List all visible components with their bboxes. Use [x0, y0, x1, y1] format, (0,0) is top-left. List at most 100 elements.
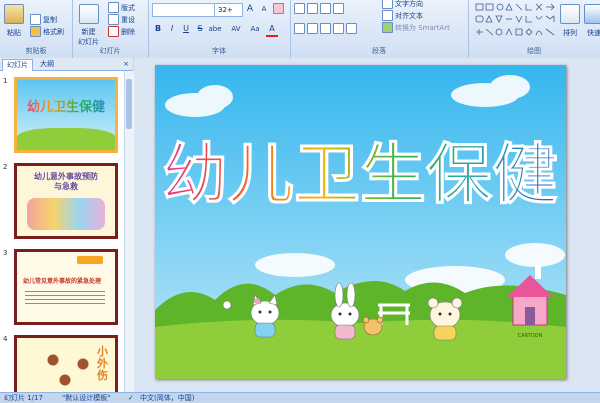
bold-button[interactable]: B [152, 23, 164, 35]
thumbnail-number: 4 [3, 335, 8, 343]
ribbon: 粘贴 复制 格式刷 剪贴板 新建 幻灯片 版式 重设 删除 幻灯片 32+ A … [0, 0, 600, 59]
align-left-icon [294, 23, 305, 34]
char-spacing-button[interactable]: AV [228, 23, 244, 35]
thumbnail-title: 幼儿常见意外事故的紧急处理 [23, 278, 102, 285]
bullets-button[interactable] [294, 3, 344, 14]
clipboard-group-label: 剪贴板 [25, 47, 47, 55]
new-slide-label: 新建 [81, 28, 96, 36]
drawing-group: 排列 快速 绘图 [468, 0, 600, 58]
font-name-field[interactable] [152, 3, 215, 17]
copy-label: 复制 [43, 15, 57, 24]
paste-icon [4, 4, 24, 24]
text-direction-button[interactable]: 文字方向 [382, 0, 423, 9]
slide-thumbnail-pane: 1 幼儿卫生保健 2 幼儿意外事故预防与急救 3 幼儿常见意外事故的紧急处理 4… [0, 71, 134, 392]
font-group-label: 字体 [212, 47, 226, 55]
arrange-icon [560, 4, 580, 24]
paragraph-group-label: 段落 [372, 47, 386, 55]
layout-label: 版式 [121, 3, 135, 12]
align-right-icon [320, 23, 331, 34]
arrange-button[interactable]: 排列 [560, 4, 580, 38]
align-buttons[interactable] [294, 23, 357, 34]
quick-styles-label: 快速 [587, 29, 600, 37]
shrink-font-button[interactable]: A [258, 3, 270, 15]
hamster-character [362, 316, 384, 336]
paragraph-group: 文字方向 对齐文本 转换为 SmartArt 段落 [290, 0, 469, 58]
thumbnail-number: 2 [3, 163, 8, 171]
thumbnail-number: 3 [3, 249, 8, 257]
grass-field [155, 319, 566, 379]
paste-button[interactable]: 粘贴 [4, 4, 24, 38]
thumbnail-title: 幼儿意外事故预防与急救 [34, 172, 98, 191]
slide-title[interactable]: 幼儿卫生保健 [162, 136, 559, 214]
watermark-text: CARTOON [518, 333, 543, 339]
delete-icon [108, 26, 119, 37]
close-pane-icon[interactable]: × [120, 58, 132, 70]
thumbnail-tag [77, 256, 103, 264]
eraser-icon [272, 3, 284, 14]
delete-label: 删除 [121, 27, 135, 36]
format-painter-button[interactable]: 格式刷 [30, 26, 64, 37]
thumbnail-slide-2[interactable]: 幼儿意外事故预防与急救 [14, 163, 118, 239]
slide-canvas: 幼儿卫生保健 CARTOON [155, 65, 566, 379]
thumbnail-slide-3[interactable]: 幼儿常见意外事故的紧急处理 [14, 249, 118, 325]
thumbnail-grass [17, 128, 115, 150]
slides-group-label: 幻灯片 [99, 47, 121, 55]
thumbnail-slide-4[interactable]: 小外伤 [14, 335, 118, 392]
italic-button[interactable]: I [166, 23, 178, 35]
strikethrough-button[interactable]: S [194, 23, 206, 35]
delete-slide-button[interactable]: 删除 [108, 26, 135, 37]
bird-icon [222, 300, 232, 310]
clipboard-group: 粘贴 复制 格式刷 剪贴板 [0, 0, 73, 58]
copy-button[interactable]: 复制 [30, 14, 57, 25]
clear-format-button[interactable] [272, 3, 284, 15]
thumbnail-illustration [27, 198, 105, 230]
shapes-gallery[interactable] [474, 2, 558, 42]
paste-label: 粘贴 [7, 29, 21, 37]
reset-button[interactable]: 重设 [108, 14, 135, 25]
underline-button[interactable]: U [180, 23, 192, 35]
justify-icon [333, 23, 344, 34]
layout-button[interactable]: 版式 [108, 2, 135, 13]
columns-icon [346, 23, 357, 34]
new-slide-button[interactable]: 新建 幻灯片 [78, 4, 99, 46]
tab-outline[interactable]: 大纲 [36, 59, 58, 70]
copy-icon [30, 14, 41, 25]
layout-icon [108, 2, 119, 13]
main-slide[interactable]: 幼儿卫生保健 CARTOON [155, 65, 566, 379]
scrollbar-thumb[interactable] [126, 79, 132, 129]
thumbnail-number: 1 [3, 77, 8, 85]
text-direction-icon [382, 0, 393, 9]
drawing-group-label: 绘图 [527, 47, 541, 55]
thumbnail-slide-1[interactable]: 幼儿卫生保健 [14, 77, 118, 153]
font-size-field[interactable]: 32+ [214, 3, 243, 17]
smartart-label: 转换为 SmartArt [395, 23, 450, 32]
arrange-label: 排列 [563, 29, 577, 37]
new-slide-label-2: 幻灯片 [78, 38, 99, 46]
bullets-icon [294, 3, 305, 14]
reset-label: 重设 [121, 15, 135, 24]
slides-group: 新建 幻灯片 版式 重设 删除 幻灯片 [72, 0, 149, 58]
reset-icon [108, 14, 119, 25]
thumbnail-title: 幼儿卫生保健 [21, 96, 111, 115]
outdent-icon [333, 3, 344, 14]
cat-character [250, 294, 280, 338]
thumbnail-scrollbar[interactable] [124, 71, 134, 392]
align-text-button[interactable]: 对齐文本 [382, 10, 423, 21]
grow-font-button[interactable]: A [244, 3, 256, 15]
indent-icon [320, 3, 331, 14]
quick-styles-button[interactable]: 快速 [584, 4, 600, 38]
thumbnail-text-lines [25, 288, 105, 306]
shadow-button[interactable]: abe [206, 23, 224, 35]
pane-tabs: 幻灯片 大纲 × [0, 58, 133, 71]
tab-slides[interactable]: 幻灯片 [2, 59, 33, 71]
align-text-label: 对齐文本 [395, 11, 423, 20]
convert-smartart-button[interactable]: 转换为 SmartArt [382, 22, 450, 33]
quick-styles-icon [584, 4, 600, 24]
new-slide-icon [78, 4, 99, 24]
thumbnail-illustration [41, 348, 101, 388]
format-painter-label: 格式刷 [43, 27, 64, 36]
change-case-button[interactable]: Aa [248, 23, 262, 35]
smartart-icon [382, 22, 393, 33]
font-color-button[interactable]: A [266, 23, 278, 37]
brush-icon [30, 26, 41, 37]
